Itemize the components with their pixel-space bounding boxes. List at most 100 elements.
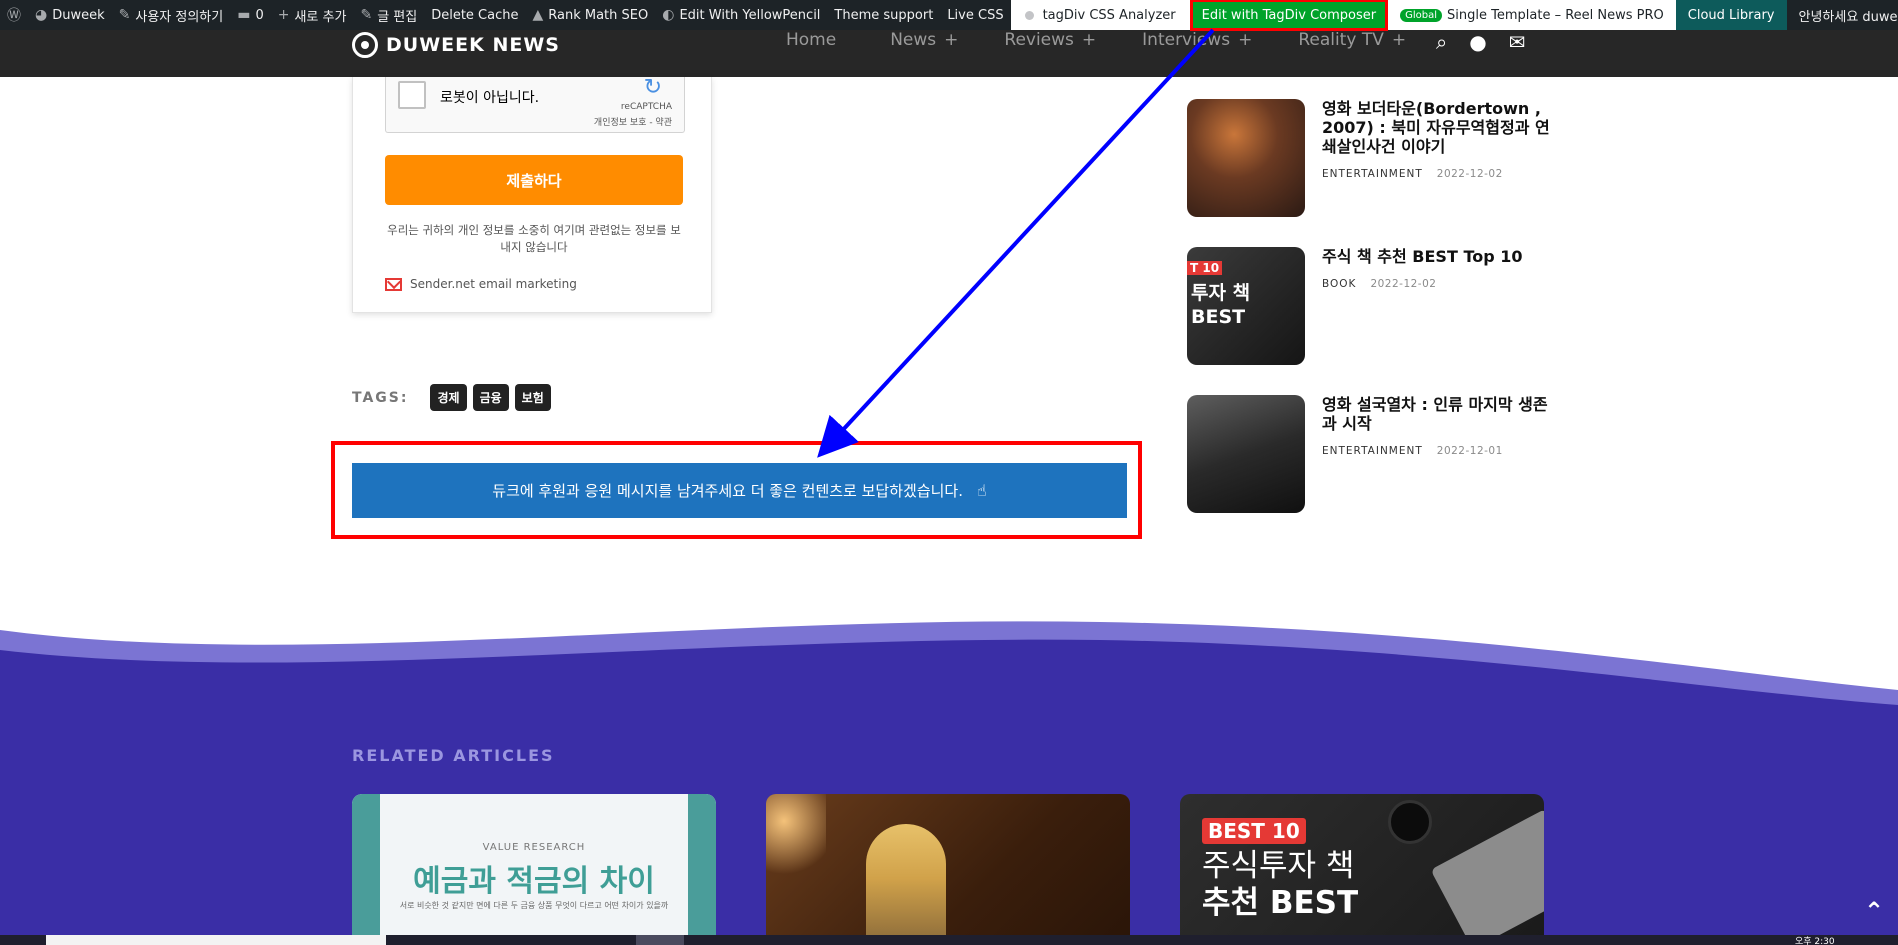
tagdiv-composer-button[interactable]: Edit with TagDiv Composer [1189,0,1389,31]
global-badge: Global [1400,8,1443,22]
laptop-shape [1430,808,1544,945]
post-date: 2022-12-01 [1436,445,1503,457]
search-icon[interactable]: ⌕ [1436,30,1447,54]
sender-mail-icon [385,277,402,291]
delete-cache-link[interactable]: Delete Cache [424,0,525,30]
card-figure [866,824,946,945]
support-banner-button[interactable]: 듀크에 후원과 응원 메시지를 남겨주세요 더 좋은 컨텐츠로 보답하겠습니다.… [352,463,1127,518]
cloud-library-button[interactable]: Cloud Library [1675,0,1787,30]
post-date: 2022-12-02 [1370,278,1437,290]
post-category[interactable]: ENTERTAINMENT [1322,445,1423,457]
yellow-pencil-icon: ◐ [662,7,675,23]
recaptcha-label: 로봇이 아닙니다. [440,90,540,106]
taskbar-search[interactable] [46,935,386,945]
css-analyzer-link[interactable]: tagDiv CSS Analyzer [1010,0,1190,30]
live-css-link[interactable]: Live CSS [940,0,1010,30]
chevron-up-icon[interactable]: ⌃ [1864,897,1884,925]
header-icons: ⌕ ● ✉ [1436,30,1525,54]
pencil-icon: ✎ [360,7,373,23]
pointer-hand-icon: ☝ [976,481,987,500]
account-menu[interactable]: 안녕하세요 duweek님 [1787,0,1898,30]
yellow-pencil-link[interactable]: ◐ Edit With YellowPencil [655,0,827,30]
thumb-badge: T 10 [1187,261,1223,275]
nav-item-news[interactable]: News + [890,30,958,50]
tag-chip[interactable]: 보험 [514,384,551,411]
recaptcha-widget: 로봇이 아닙니다. ↻ reCAPTCHA 개인정보 보호 - 약관 [385,75,685,133]
post-title[interactable]: 영화 보더타운(Bordertown , 2007) : 북미 자유무역협정과 … [1322,99,1552,156]
customize-link[interactable]: ✎ 사용자 정의하기 [112,0,231,30]
coffee-cup [1388,800,1432,844]
nav-item-reviews[interactable]: Reviews + [1004,30,1096,50]
post-meta: ENTERTAINMENT 2022-12-01 [1322,445,1552,457]
recaptcha-checkbox[interactable] [398,81,426,109]
card-kicker: VALUE RESEARCH [482,842,586,853]
nav-item-home[interactable]: Home [786,30,844,50]
recaptcha-icon: ↻ [643,75,662,100]
post-text: 영화 보더타운(Bordertown , 2007) : 북미 자유무역협정과 … [1322,99,1552,217]
post-date: 2022-12-02 [1436,168,1503,180]
sender-credit[interactable]: Sender.net email marketing [385,277,577,291]
new-content-link[interactable]: + 새로 추가 [271,0,354,30]
wordpress-menu[interactable]: Ⓦ [0,0,28,30]
site-header: DUWEEK NEWS Home News + Reviews + Interv… [0,30,1898,77]
comments-link[interactable]: ▬ 0 [230,0,271,30]
sidebar-post[interactable]: T 10 투자 책 BEST 주식 책 추천 BEST Top 10 BOOK … [1187,247,1552,365]
wordpress-icon: Ⓦ [7,8,21,24]
dashboard-icon: ◕ [35,7,48,23]
post-meta: BOOK 2022-12-02 [1322,278,1552,290]
post-thumbnail[interactable] [1187,99,1305,217]
admin-bar-right: 안녕하세요 duweek님 ⌕ [1787,0,1898,30]
taskbar [0,935,1898,945]
main-nav: Home News + Reviews + Interviews + Reali… [786,30,1406,50]
nav-item-reality-tv[interactable]: Reality TV + [1298,30,1406,50]
plus-icon: + [277,7,290,23]
card-title: 주식투자 책 추천 BEST [1202,848,1359,921]
related-article-card[interactable] [766,794,1130,945]
sidebar-post[interactable]: 영화 설국열차 : 인류 마지막 생존과 시작 ENTERTAINMENT 20… [1187,395,1552,513]
rank-math-link[interactable]: ▲ Rank Math SEO [525,0,655,30]
post-title[interactable]: 주식 책 추천 BEST Top 10 [1322,247,1552,266]
privacy-note: 우리는 귀하의 개인 정보를 소중히 여기며 관련없는 정보를 보내지 않습니다 [387,223,681,254]
user-icon[interactable]: ● [1469,30,1486,54]
submit-button[interactable]: 제출하다 [385,155,683,205]
recaptcha-brand: reCAPTCHA [620,102,672,112]
taskbar-active-app[interactable] [636,935,684,945]
tags-row: TAGS: 경제 금융 보험 [352,384,551,411]
theme-support-link[interactable]: Theme support [827,0,940,30]
taskbar-clock: 오후 2:30 [1795,937,1835,945]
card-badge: BEST 10 [1202,818,1306,844]
post-category[interactable]: ENTERTAINMENT [1322,168,1423,180]
post-title[interactable]: 영화 설국열차 : 인류 마지막 생존과 시작 [1322,395,1552,433]
thumb-text: 투자 책 BEST [1191,282,1251,328]
admin-bar: Ⓦ ◕ Duweek ✎ 사용자 정의하기 ▬ 0 + 새로 추가 ✎ 글 편집… [0,0,1898,31]
status-dot-icon [1024,10,1034,20]
site-logo[interactable]: DUWEEK NEWS [352,32,560,58]
sidebar-post[interactable]: 영화 보더타운(Bordertown , 2007) : 북미 자유무역협정과 … [1187,99,1552,217]
rank-math-icon: ▲ [532,7,544,23]
post-thumbnail[interactable] [1187,395,1305,513]
recaptcha-links[interactable]: 개인정보 보호 - 약관 [594,115,672,128]
film-reel-icon [352,32,378,58]
tags-label: TAGS: [352,389,409,406]
post-meta: ENTERTAINMENT 2022-12-02 [1322,168,1552,180]
mail-icon[interactable]: ✉ [1509,30,1526,54]
related-article-card[interactable]: VALUE RESEARCH 예금과 적금의 차이 서로 비슷한 것 같지만 면… [352,794,716,945]
post-category[interactable]: BOOK [1322,278,1356,290]
template-link[interactable]: Global Single Template – Reel News PRO [1388,0,1676,30]
card-title: 예금과 적금의 차이 [413,864,655,899]
site-name-link[interactable]: ◕ Duweek [28,0,112,30]
related-articles-label: RELATED ARTICLES [352,746,555,765]
nav-item-interviews[interactable]: Interviews + [1142,30,1252,50]
lamp-glow [766,794,826,884]
card-subtitle: 서로 비슷한 것 같지만 면에 다른 두 금융 상품 무엇이 다르고 어떤 차이… [399,901,669,910]
comment-icon: ▬ [237,7,251,23]
tag-chip[interactable]: 경제 [430,384,467,411]
post-thumbnail[interactable]: T 10 투자 책 BEST [1187,247,1305,365]
edit-post-link[interactable]: ✎ 글 편집 [353,0,424,30]
tag-chip[interactable]: 금융 [472,384,509,411]
site-name: Duweek [52,7,105,23]
post-text: 주식 책 추천 BEST Top 10 BOOK 2022-12-02 [1322,247,1552,365]
post-text: 영화 설국열차 : 인류 마지막 생존과 시작 ENTERTAINMENT 20… [1322,395,1552,513]
related-article-card[interactable]: BEST 10 주식투자 책 추천 BEST [1180,794,1544,945]
brush-icon: ✎ [118,7,131,23]
